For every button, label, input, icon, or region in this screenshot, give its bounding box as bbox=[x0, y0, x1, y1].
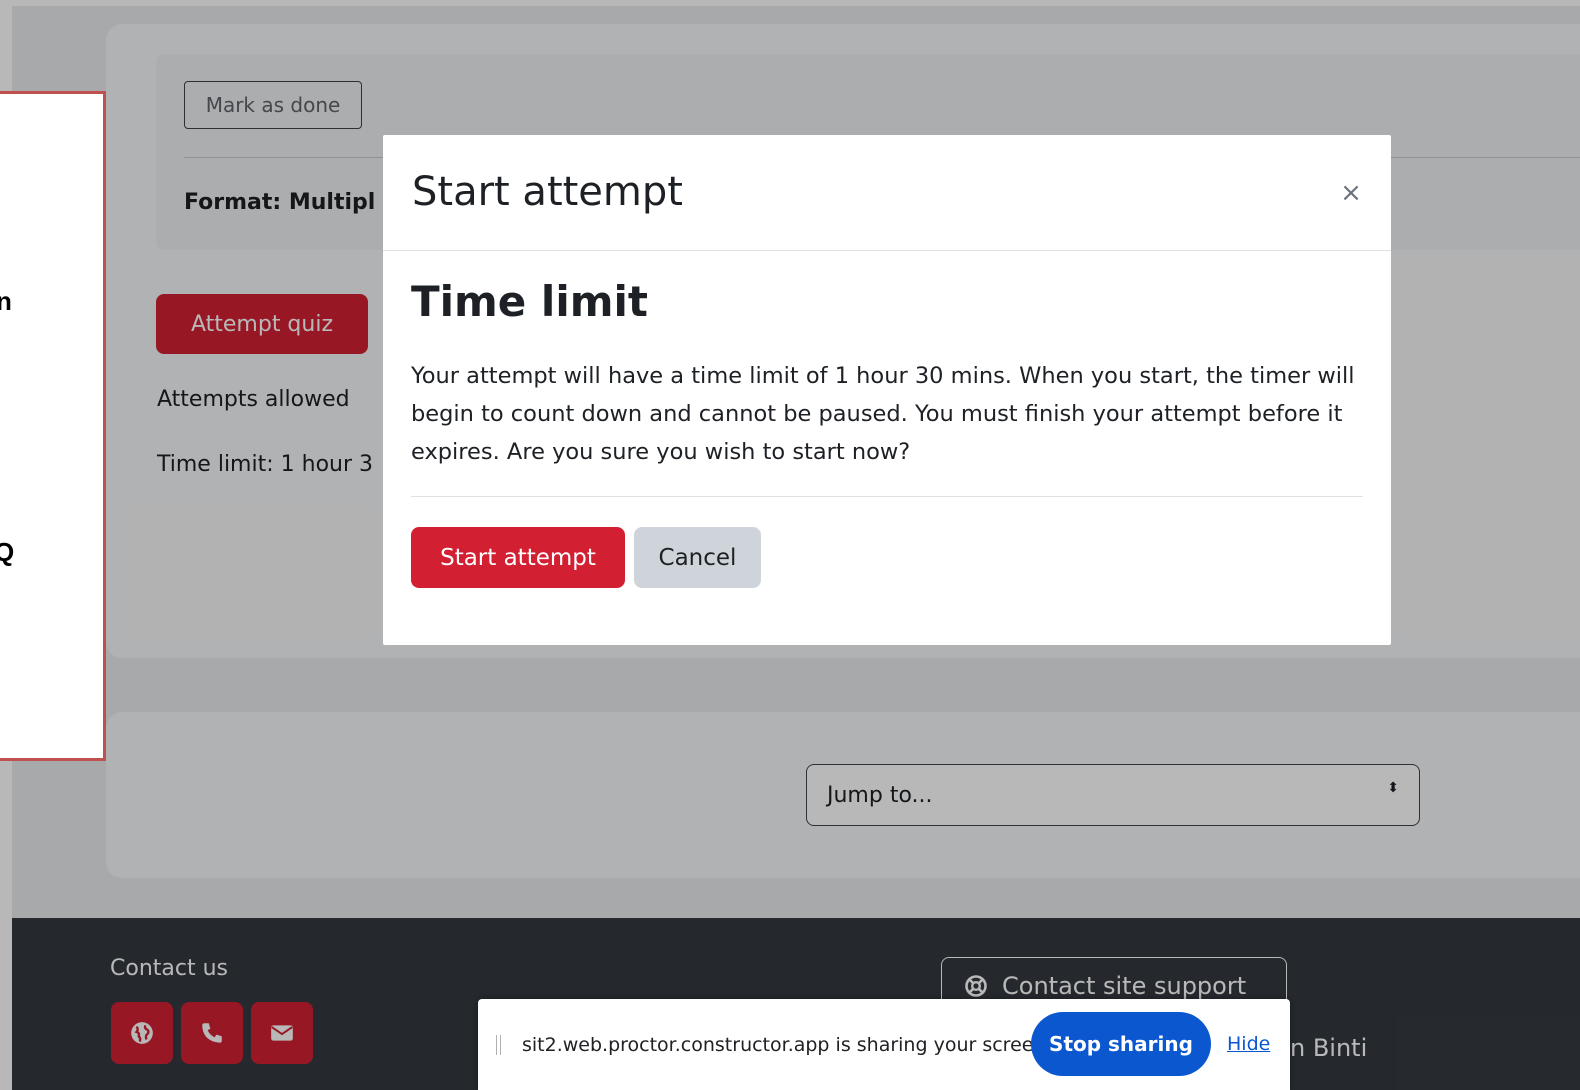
cancel-button[interactable]: Cancel bbox=[634, 527, 761, 588]
start-attempt-button[interactable]: Start attempt bbox=[411, 527, 625, 588]
modal-divider bbox=[411, 496, 1363, 497]
close-icon[interactable]: × bbox=[1333, 175, 1369, 211]
drag-handle-icon[interactable] bbox=[496, 1035, 501, 1055]
hide-link[interactable]: Hide bbox=[1227, 1033, 1270, 1055]
time-limit-heading: Time limit bbox=[411, 277, 648, 326]
modal-title: Start attempt bbox=[412, 169, 683, 215]
modal-header: Start attempt × bbox=[383, 135, 1391, 251]
start-attempt-dialog: Start attempt × Time limit Your attempt … bbox=[383, 135, 1391, 645]
screen-share-message: sit2.web.proctor.constructor.app is shar… bbox=[522, 1034, 1052, 1056]
annotation-text-line: n bbox=[0, 286, 12, 317]
annotation-panel: n Q bbox=[0, 91, 106, 761]
screen-share-bar: sit2.web.proctor.constructor.app is shar… bbox=[478, 999, 1290, 1090]
annotation-text-line: Q bbox=[0, 537, 14, 568]
time-limit-description: Your attempt will have a time limit of 1… bbox=[411, 363, 1355, 465]
stop-sharing-button[interactable]: Stop sharing bbox=[1031, 1012, 1211, 1076]
